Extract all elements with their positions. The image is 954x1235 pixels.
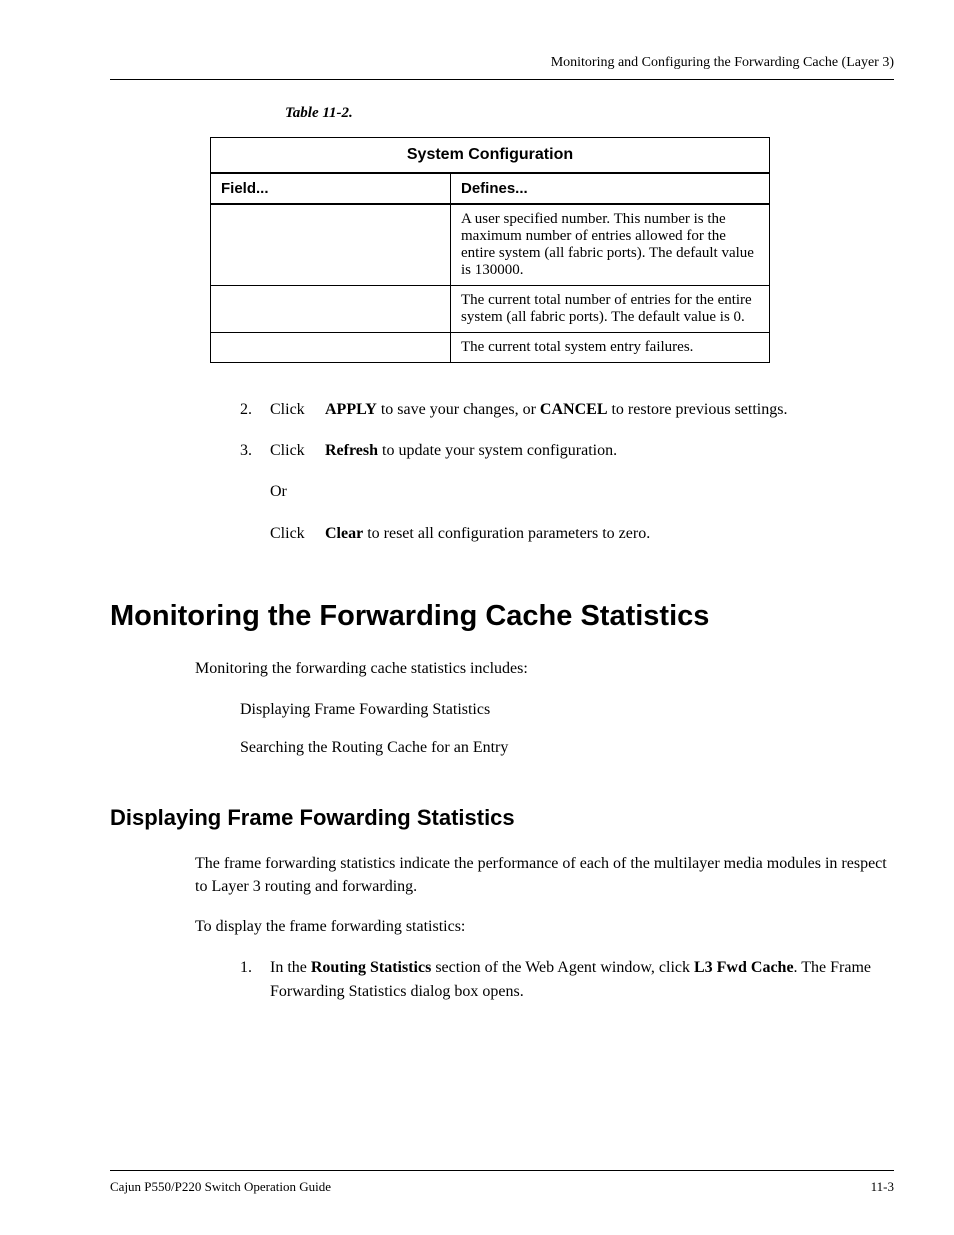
intro-paragraph: Monitoring the forwarding cache statisti… (195, 658, 894, 680)
subsection-heading: Displaying Frame Fowarding Statistics (110, 805, 894, 831)
footer-guide-title: Cajun P550/P220 Switch Operation Guide (110, 1179, 331, 1195)
instruction-step-3: 3. Click Refresh to update your system c… (240, 439, 894, 462)
apply-label: APPLY (325, 401, 377, 418)
or-text: Or (270, 480, 325, 503)
instruction-step-2: 2. Click APPLY to save your changes, or … (240, 398, 894, 421)
step-text: APPLY to save your changes, or CANCEL to… (325, 398, 894, 421)
list-item: Displaying Frame Fowarding Statistics (240, 698, 894, 722)
cell-defines: A user specified number. This number is … (451, 204, 770, 286)
table-row: The current total number of entries for … (211, 286, 770, 333)
column-header-defines: Defines... (451, 173, 770, 204)
bulleted-list: Displaying Frame Fowarding Statistics Se… (240, 698, 894, 760)
cell-field (211, 204, 451, 286)
section-heading: Monitoring the Forwarding Cache Statisti… (110, 600, 894, 633)
footer-page-number: 11-3 (871, 1179, 894, 1195)
table-caption: Table 11-2. (285, 105, 894, 122)
refresh-label: Refresh (325, 442, 378, 459)
clear-label: Clear (325, 525, 363, 542)
cell-defines: The current total system entry failures. (451, 333, 770, 363)
text: section of the Web Agent window, click (431, 959, 694, 976)
instruction-step-1: 1. In the Routing Statistics section of … (240, 956, 894, 1002)
text: to restore previous settings. (607, 401, 787, 418)
step-verb: Click (270, 522, 325, 545)
step-number: 1. (240, 956, 270, 1002)
text: to update your system configuration. (378, 442, 617, 459)
cell-defines: The current total number of entries for … (451, 286, 770, 333)
instruction-step-clear: Click Clear to reset all configuration p… (240, 522, 894, 545)
table-title: System Configuration (211, 138, 770, 174)
step-number: 3. (240, 439, 270, 462)
body-paragraph: To display the frame forwarding statisti… (195, 916, 894, 938)
system-configuration-table: System Configuration Field... Defines...… (210, 137, 770, 363)
l3-fwd-cache-label: L3 Fwd Cache (694, 959, 794, 976)
text: In the (270, 959, 311, 976)
routing-statistics-label: Routing Statistics (311, 959, 431, 976)
step-text: Refresh to update your system configurat… (325, 439, 894, 462)
table-row: A user specified number. This number is … (211, 204, 770, 286)
or-separator: Or (240, 480, 894, 503)
body-paragraph: The frame forwarding statistics indicate… (195, 853, 894, 898)
cell-field (211, 333, 451, 363)
step-verb: Click (270, 398, 325, 421)
list-item: Searching the Routing Cache for an Entry (240, 736, 894, 760)
step-number: 2. (240, 398, 270, 421)
step-text: Clear to reset all configuration paramet… (325, 522, 894, 545)
cancel-label: CANCEL (540, 401, 608, 418)
text: to save your changes, or (377, 401, 540, 418)
numbered-instructions: 2. Click APPLY to save your changes, or … (240, 398, 894, 545)
column-header-field: Field... (211, 173, 451, 204)
text: to reset all configuration parameters to… (363, 525, 650, 542)
table-row: The current total system entry failures. (211, 333, 770, 363)
step-verb: Click (270, 439, 325, 462)
running-header: Monitoring and Configuring the Forwardin… (110, 55, 894, 80)
step-text: In the Routing Statistics section of the… (270, 956, 894, 1002)
page-footer: Cajun P550/P220 Switch Operation Guide 1… (110, 1170, 894, 1195)
cell-field (211, 286, 451, 333)
